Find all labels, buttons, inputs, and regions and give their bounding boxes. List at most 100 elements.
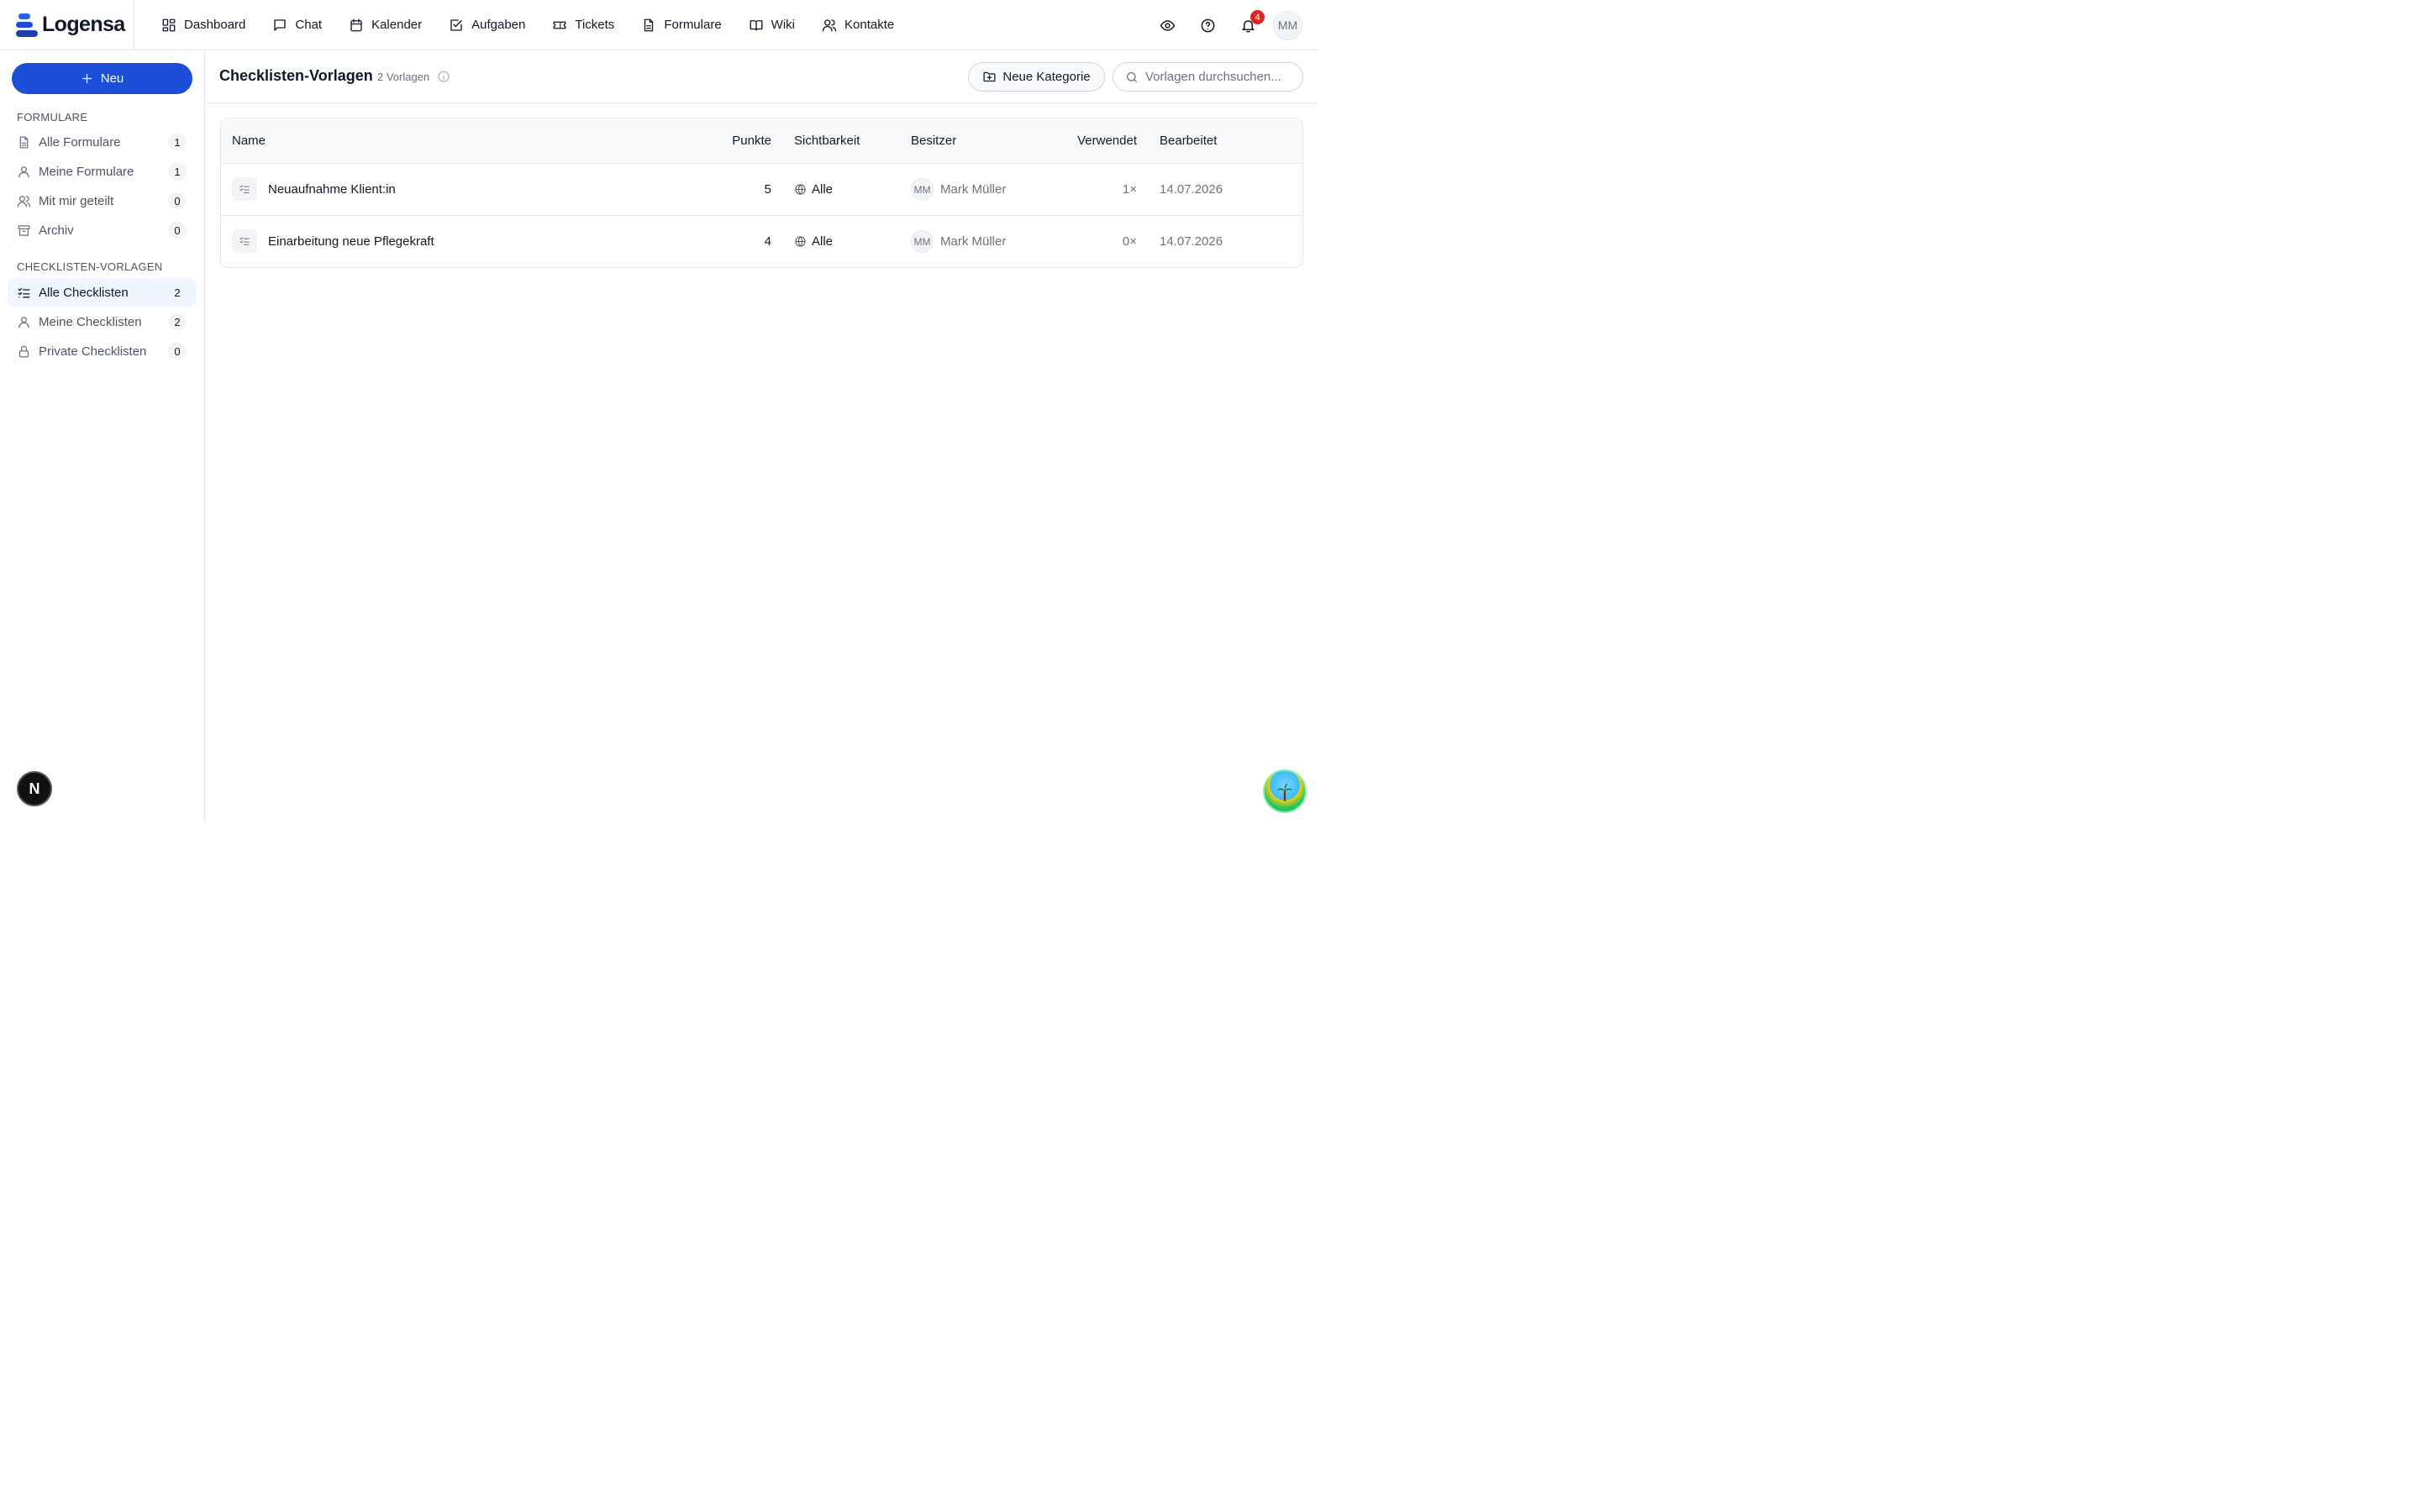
floating-beach-button[interactable] <box>1263 769 1307 813</box>
notification-badge: 4 <box>1250 10 1265 24</box>
nav-item-label: Kontakte <box>844 18 895 32</box>
plus-icon <box>82 73 92 84</box>
sidebar-item-label: Meine Checklisten <box>39 314 142 329</box>
sidebar-item-count: 1 <box>168 134 187 150</box>
globe-icon <box>795 184 806 195</box>
row-used: 0× <box>1122 234 1137 249</box>
row-name: Neuaufnahme Klient:in <box>268 182 396 197</box>
sidebar-item-label: Alle Formulare <box>39 134 121 150</box>
nav-item-label: Dashboard <box>184 18 246 32</box>
new-button-label: Neu <box>100 71 124 86</box>
row-points: 5 <box>764 182 771 197</box>
nav-item-label: Aufgaben <box>471 18 526 32</box>
logo-mark-icon <box>16 13 38 37</box>
nav-item-wiki[interactable]: Wiki <box>735 8 808 42</box>
row-name: Einarbeitung neue Pflegekraft <box>268 234 434 249</box>
new-category-button[interactable]: Neue Kategorie <box>968 62 1105 92</box>
column-header-points[interactable]: Punkte <box>732 134 771 148</box>
row-points: 4 <box>764 234 771 249</box>
column-header-name[interactable]: Name <box>232 134 266 148</box>
owner-name: Mark Müller <box>940 182 1007 197</box>
globe-icon <box>795 236 806 247</box>
book-icon <box>750 19 763 31</box>
archive-icon <box>18 224 30 236</box>
nav-item-label: Tickets <box>575 18 615 32</box>
template-count: 2 Vorlagen <box>377 71 430 83</box>
main-nav: Dashboard Chat Kalender Aufgaben Tickets… <box>148 8 908 42</box>
forms-section-label: FORMULARE <box>17 111 88 123</box>
new-button[interactable]: Neu <box>12 63 192 94</box>
sidebar-item-count: 0 <box>168 343 187 360</box>
table-header: Name Punkte Sichtbarkeit Besitzer Verwen… <box>221 118 1302 164</box>
sidebar-item-count: 2 <box>174 286 181 299</box>
table-row[interactable]: Neuaufnahme Klient:in 5 Alle MM Mark Mül… <box>221 164 1302 216</box>
contacts-icon <box>822 18 837 31</box>
user-avatar[interactable]: MM <box>1273 10 1302 40</box>
column-header-visibility[interactable]: Sichtbarkeit <box>794 134 860 148</box>
app-window: Logensa Dashboard Chat Kalender Aufgaben <box>0 0 1318 823</box>
info-icon[interactable] <box>437 70 450 83</box>
main-header: Checklisten-Vorlagen 2 Vorlagen Neue Kat… <box>206 51 1318 103</box>
user-icon <box>18 316 29 328</box>
column-header-edited[interactable]: Bearbeitet <box>1160 134 1217 148</box>
sidebar-item-private-checklists[interactable]: Private Checklisten 0 <box>8 337 197 365</box>
nav-item-label: Chat <box>295 18 323 32</box>
sidebar-item-label: Private Checklisten <box>39 344 147 359</box>
row-edited: 14.07.2026 <box>1160 234 1223 249</box>
sidebar-item-count: 2 <box>168 313 187 330</box>
nav-item-label: Wiki <box>771 18 795 32</box>
nav-item-contacts[interactable]: Kontakte <box>808 8 908 42</box>
row-visibility: Alle <box>794 182 833 197</box>
sidebar-item-my-checklists[interactable]: Meine Checklisten 2 <box>8 307 197 336</box>
floating-assistant-button[interactable]: N <box>17 771 52 806</box>
sidebar-item-count: 0 <box>168 192 187 209</box>
ticket-icon <box>553 21 566 29</box>
checklist-icon <box>18 287 30 297</box>
avatar: MM <box>911 230 934 253</box>
sidebar-item-count: 1 <box>168 163 187 180</box>
checklists-section-label: CHECKLISTEN-VORLAGEN <box>17 260 163 273</box>
owner-name: Mark Müller <box>940 234 1007 249</box>
sidebar-item-archive[interactable]: Archiv 0 <box>8 216 197 244</box>
search-icon <box>1127 71 1137 82</box>
nav-item-chat[interactable]: Chat <box>259 8 335 42</box>
sidebar: Neu FORMULARE Alle Formulare 1 Meine For… <box>0 51 205 823</box>
eye-icon <box>1160 19 1175 31</box>
top-bar: Logensa Dashboard Chat Kalender Aufgaben <box>0 0 1318 50</box>
nav-item-label: Formulare <box>664 18 722 32</box>
task-icon <box>450 18 462 31</box>
nav-item-dashboard[interactable]: Dashboard <box>148 8 259 42</box>
row-visibility: Alle <box>794 234 833 249</box>
nav-item-tickets[interactable]: Tickets <box>539 8 628 42</box>
dashboard-icon <box>162 18 176 31</box>
nav-item-forms[interactable]: Formulare <box>628 8 734 42</box>
nav-item-tasks[interactable]: Aufgaben <box>435 8 539 42</box>
page-title: Checklisten-Vorlagen <box>219 67 373 84</box>
user-icon <box>18 165 29 178</box>
search-input[interactable] <box>1145 70 1292 84</box>
help-button[interactable] <box>1187 8 1228 42</box>
column-header-owner[interactable]: Besitzer <box>911 134 956 148</box>
document-icon <box>19 135 29 149</box>
sidebar-item-label: Mit mir geteilt <box>39 193 114 208</box>
help-icon <box>1201 18 1214 32</box>
search-box <box>1113 62 1303 92</box>
row-owner: MM Mark Müller <box>911 178 1006 201</box>
sidebar-item-all-checklists[interactable]: Alle Checklisten 2 <box>8 278 197 307</box>
checklist-icon <box>232 177 257 201</box>
sidebar-item-my-forms[interactable]: Meine Formulare 1 <box>8 157 197 186</box>
logo[interactable]: Logensa <box>0 0 134 50</box>
column-header-used[interactable]: Verwendet <box>1077 134 1137 148</box>
sidebar-item-label: Archiv <box>39 223 74 238</box>
notifications-button[interactable]: 4 <box>1228 8 1268 42</box>
sidebar-item-all-forms[interactable]: Alle Formulare 1 <box>8 128 197 156</box>
sidebar-item-label: Meine Formulare <box>39 164 134 179</box>
palm-tree-icon <box>1276 783 1293 801</box>
table-row[interactable]: Einarbeitung neue Pflegekraft 4 Alle MM … <box>221 216 1302 267</box>
sidebar-item-label: Alle Checklisten <box>39 285 129 300</box>
top-right-actions: 4 MM <box>1147 0 1302 50</box>
preview-button[interactable] <box>1147 8 1187 42</box>
nav-item-calendar[interactable]: Kalender <box>335 8 435 42</box>
row-edited: 14.07.2026 <box>1160 182 1223 197</box>
sidebar-item-shared-with-me[interactable]: Mit mir geteilt 0 <box>8 186 197 215</box>
